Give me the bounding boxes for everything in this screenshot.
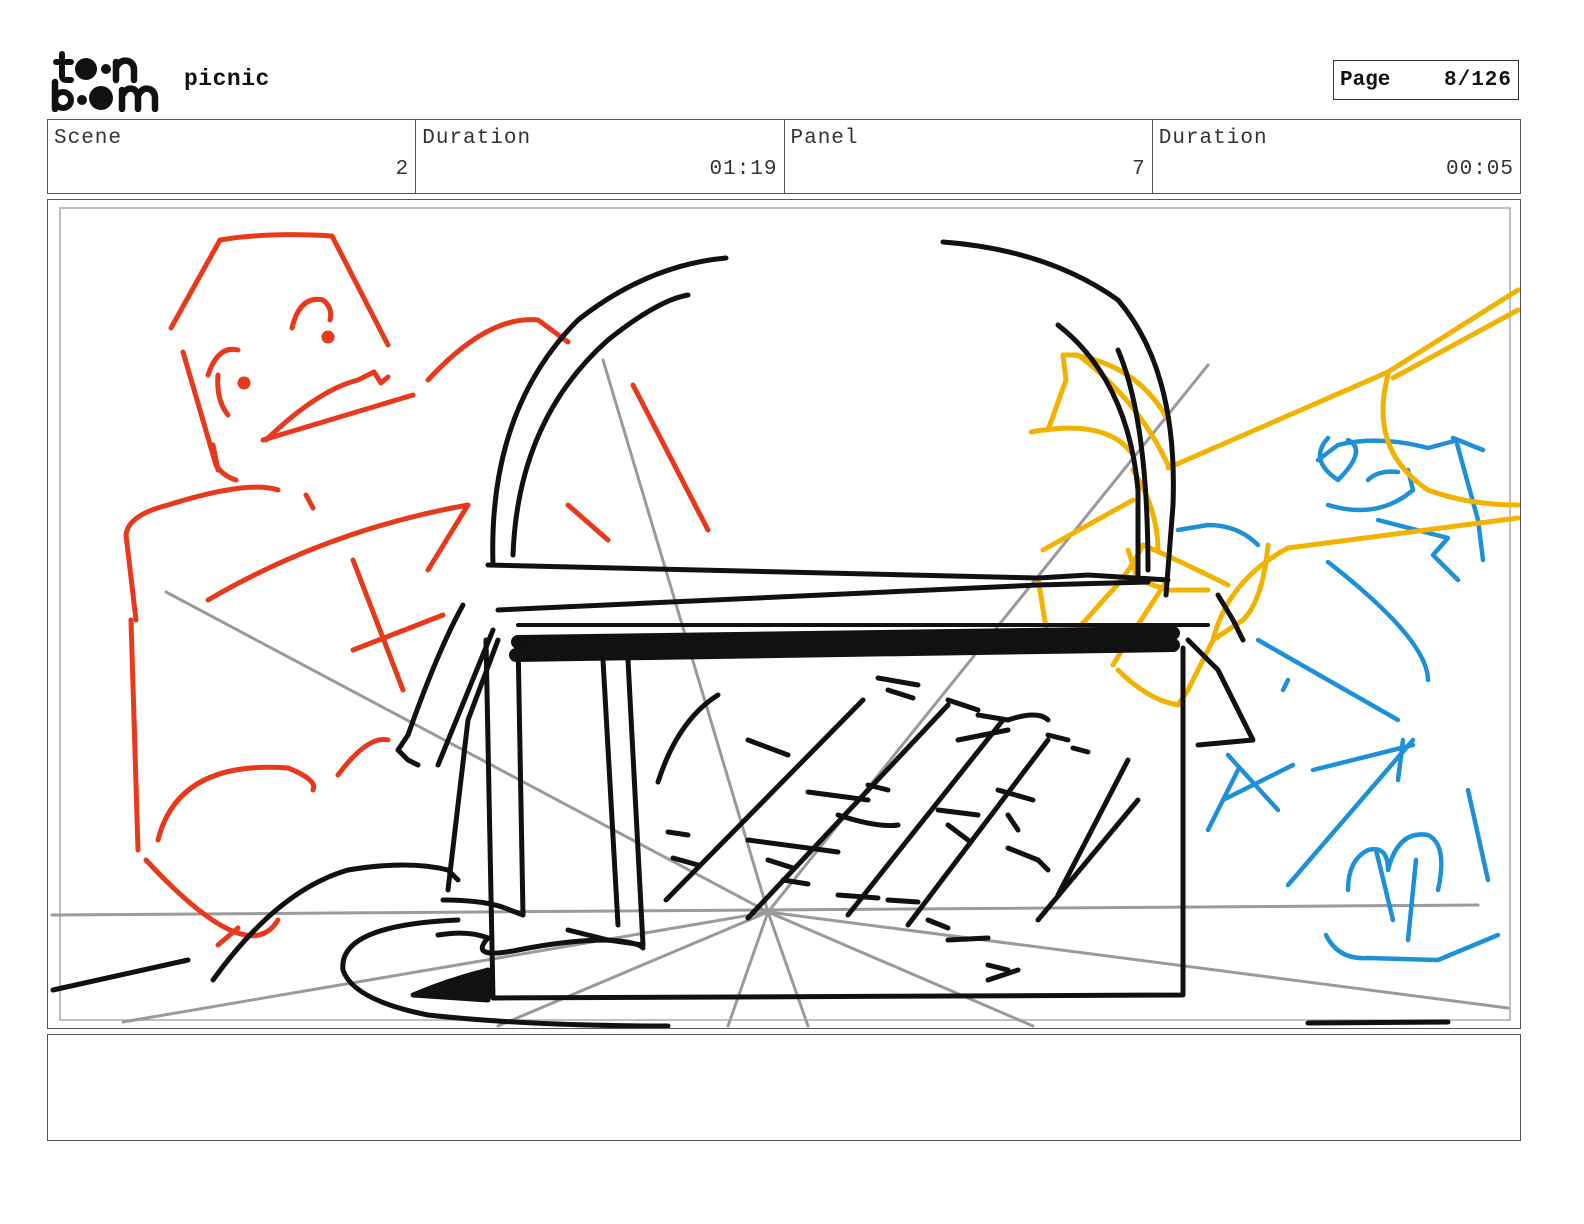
- panel-notes-area[interactable]: [47, 1034, 1521, 1141]
- scene-duration-value: 01:19: [709, 158, 778, 181]
- panel-info-row: Scene 2 Duration 01:19 Panel 7 Duration …: [47, 119, 1521, 194]
- scene-cell: Scene 2: [48, 120, 417, 193]
- page-indicator: Page 8/126: [1333, 60, 1519, 100]
- scene-duration-label: Duration: [422, 127, 532, 150]
- panel-duration-value: 00:05: [1445, 158, 1514, 181]
- red-character: [123, 232, 711, 948]
- page-label: Page: [1340, 68, 1391, 92]
- picnic-basket: [50, 239, 1451, 1028]
- panel-cell: Panel 7: [785, 120, 1153, 193]
- panel-duration-cell: Duration 00:05: [1153, 120, 1520, 193]
- page-number: 8/126: [1443, 68, 1512, 92]
- toon-boom-logo-icon: [51, 51, 159, 113]
- toon-boom-logo: [50, 50, 166, 113]
- scene-duration-cell: Duration 01:19: [416, 120, 785, 193]
- project-title: picnic: [184, 66, 270, 92]
- scene-label: Scene: [54, 127, 123, 150]
- panel-value: 7: [1132, 158, 1146, 181]
- storyboard-panel: [47, 199, 1521, 1029]
- safe-area-frame: [59, 207, 1511, 1021]
- blue-character: [1175, 435, 1501, 963]
- scene-value: 2: [395, 158, 410, 181]
- panel-label: Panel: [790, 127, 859, 150]
- panel-duration-label: Duration: [1158, 127, 1268, 150]
- storyboard-sketch: [50, 207, 1520, 1028]
